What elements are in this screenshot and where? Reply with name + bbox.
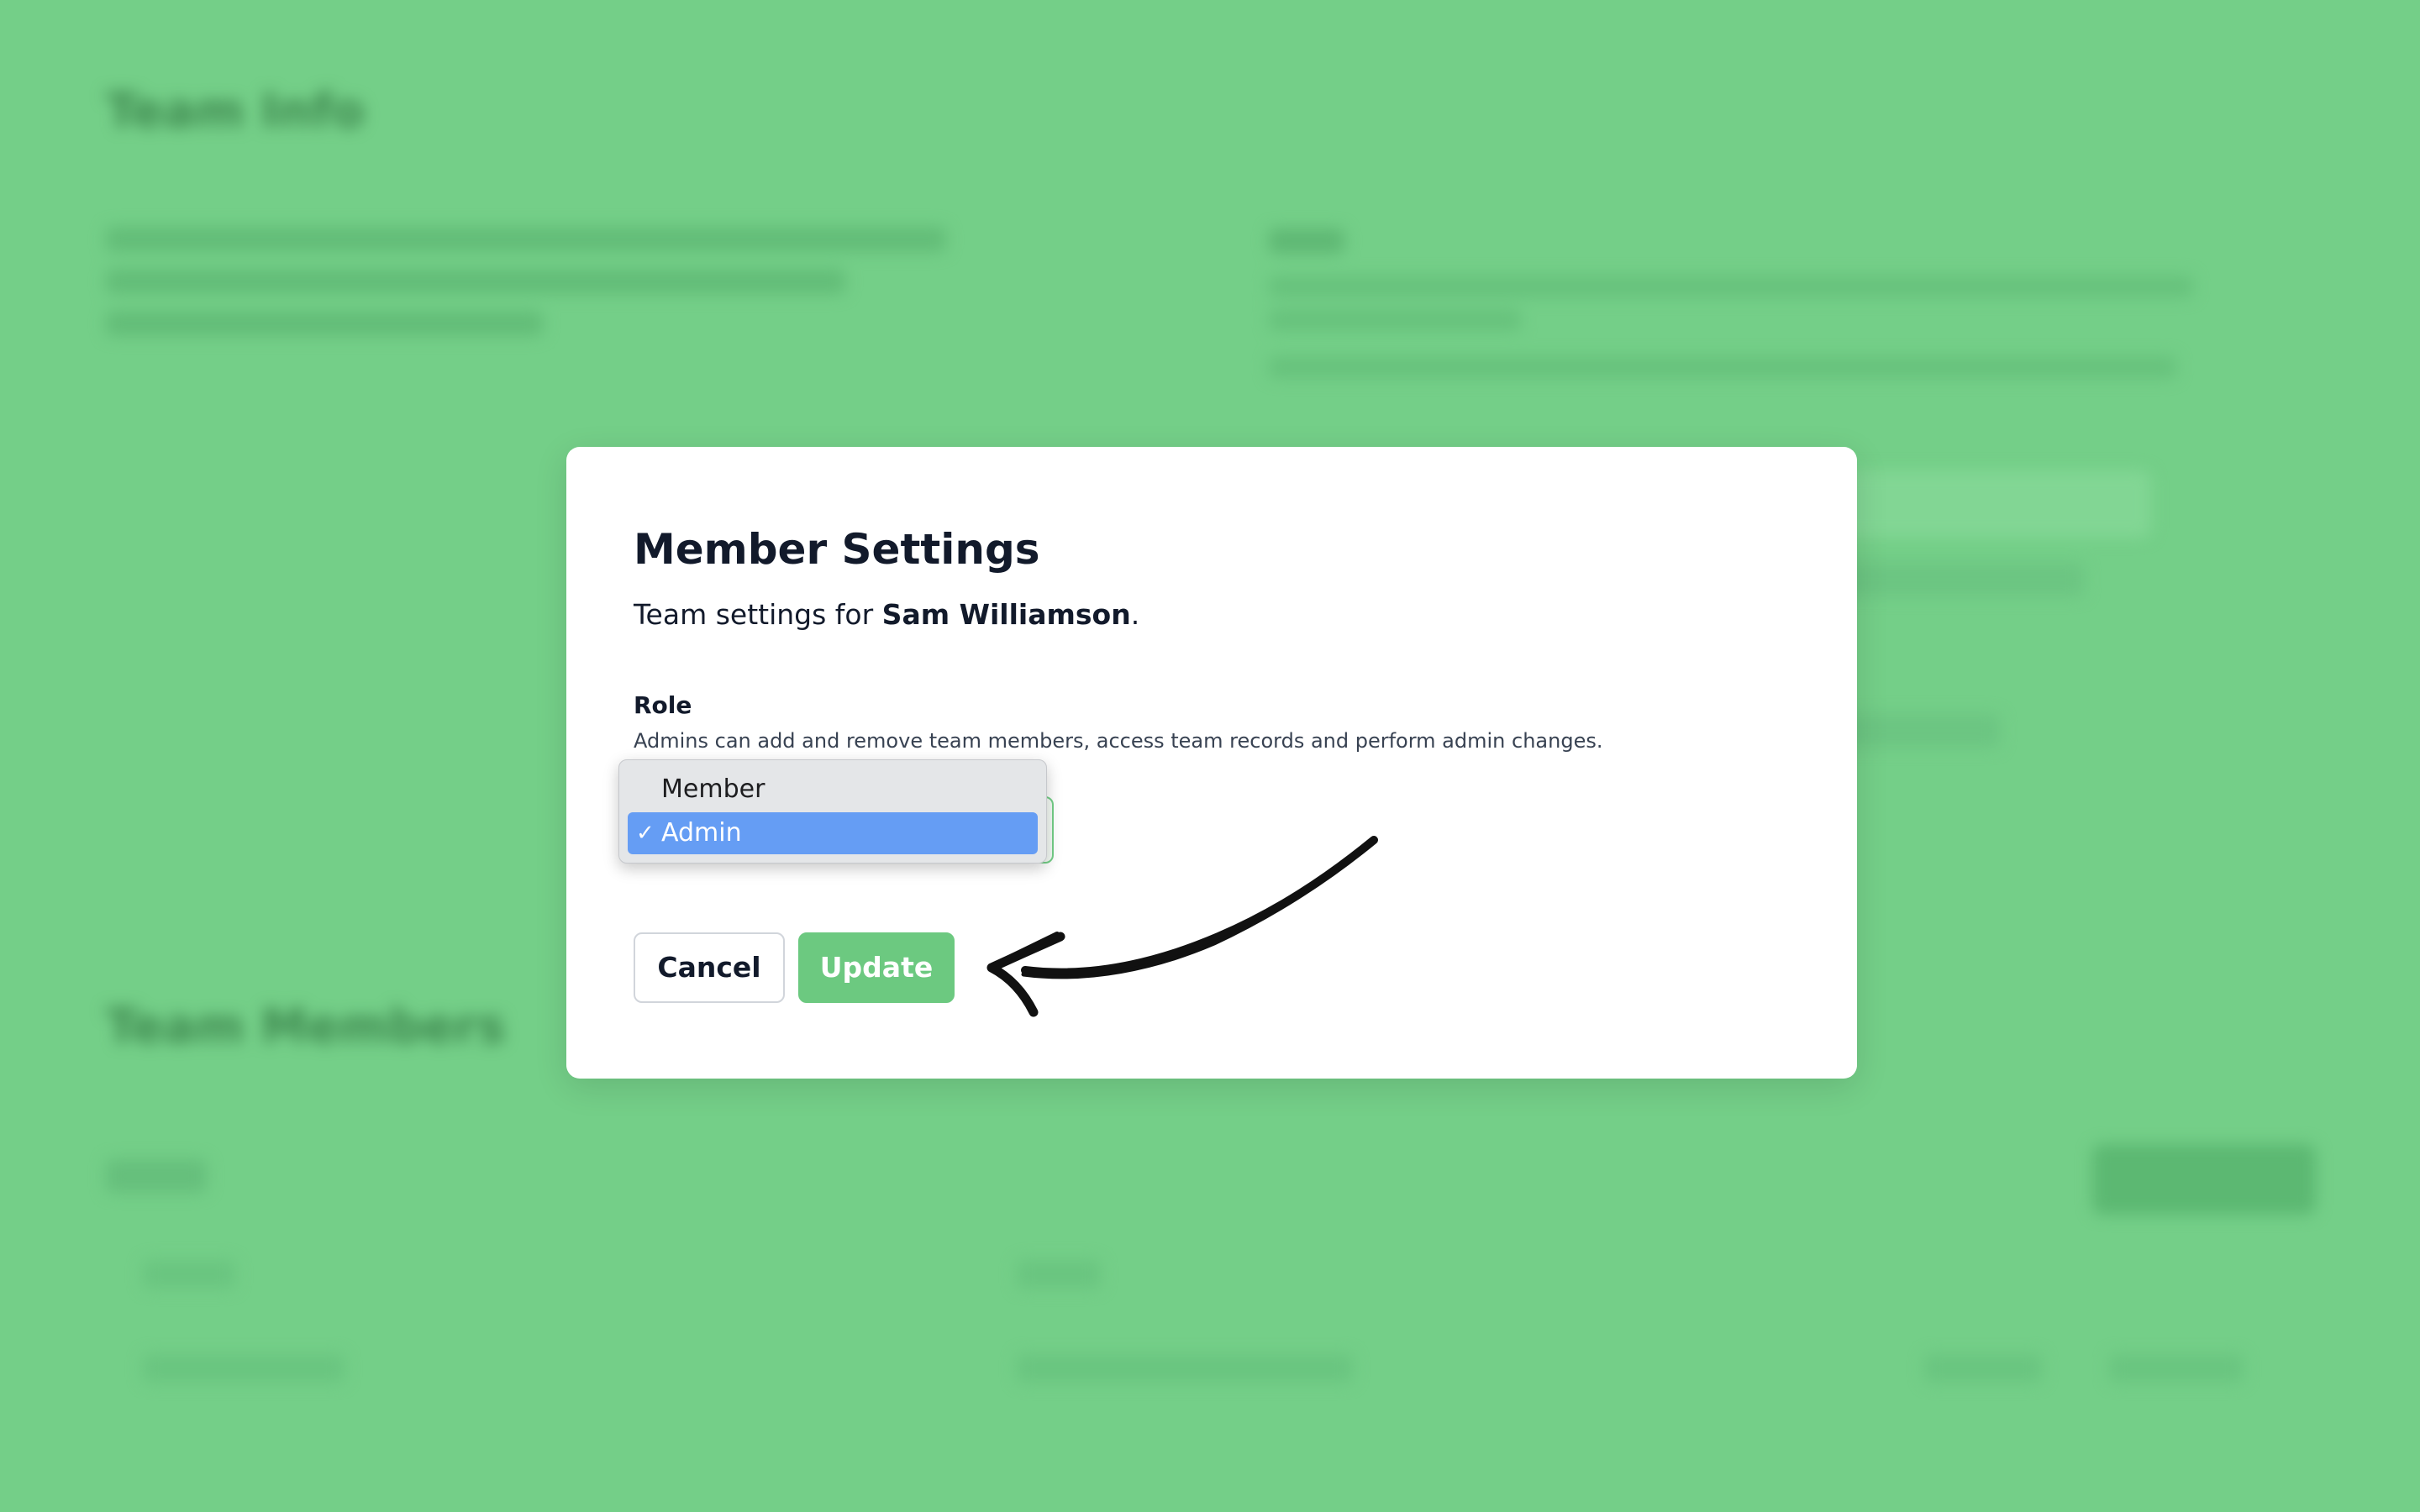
- background-row: [1017, 1260, 1101, 1289]
- page: Team Info Team Members Member Settings T…: [0, 0, 2420, 1512]
- background-row: [2109, 1354, 2244, 1383]
- background-row: [143, 1260, 235, 1289]
- background-title: Team Info: [106, 84, 365, 139]
- update-button[interactable]: Update: [798, 932, 955, 1003]
- background-search: [106, 1159, 207, 1193]
- hand-drawn-arrow-icon: [986, 836, 1378, 1017]
- subtitle-suffix: .: [1130, 598, 1140, 631]
- background-right-panel: [1269, 228, 2210, 378]
- role-help-text: Admins can add and remove team members, …: [634, 729, 1603, 753]
- cancel-button[interactable]: Cancel: [634, 932, 785, 1003]
- role-option-admin[interactable]: ✓ Admin: [628, 812, 1038, 854]
- member-name: Sam Williamson: [881, 598, 1131, 631]
- background-members-title: Team Members: [106, 1000, 506, 1054]
- background-row: [143, 1354, 345, 1383]
- option-label: Admin: [661, 818, 742, 848]
- role-label: Role: [634, 691, 692, 719]
- background-field: [1832, 714, 2000, 748]
- checkmark-icon: ✓: [636, 821, 655, 846]
- subtitle-prefix: Team settings for: [634, 598, 882, 631]
- dialog-title: Member Settings: [634, 525, 1040, 574]
- option-label: Member: [661, 774, 765, 804]
- background-button: [2092, 1144, 2316, 1215]
- background-field: [1832, 470, 2151, 538]
- dialog-subtitle: Team settings for Sam Williamson.: [634, 596, 1139, 633]
- role-option-member[interactable]: Member: [628, 769, 1038, 811]
- background-row: [1924, 1354, 2042, 1383]
- background-paragraph: [106, 227, 980, 336]
- background-row: [1017, 1354, 1353, 1383]
- background-field: [1832, 563, 2084, 596]
